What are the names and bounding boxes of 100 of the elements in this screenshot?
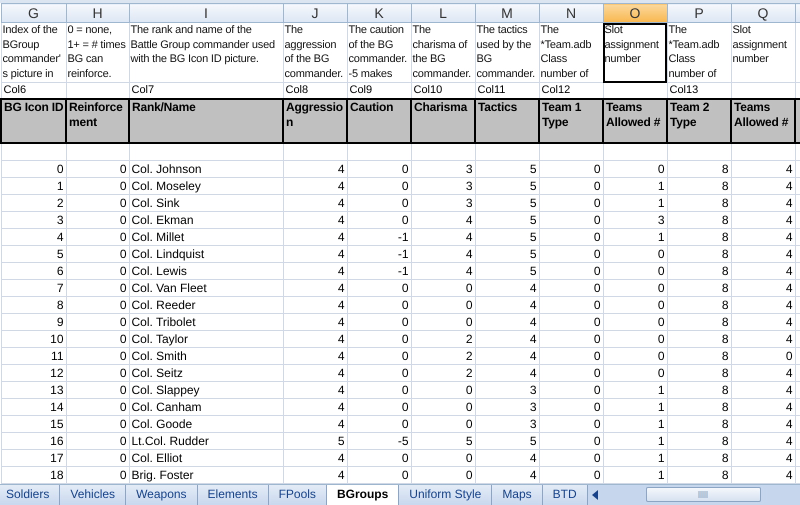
table-cell: 0 <box>594 366 600 380</box>
column-letter[interactable]: L <box>411 4 475 22</box>
table-cell: 3 <box>530 400 536 414</box>
table-cell: 5 <box>56 246 64 261</box>
column-letter[interactable]: I <box>129 4 283 22</box>
table-cell: 4 <box>530 280 536 295</box>
table-cell: 3 <box>530 416 536 431</box>
table-cell: 0 <box>594 468 600 482</box>
table-cell: Col. Elliot <box>132 450 182 465</box>
sheet-tab[interactable]: Elements <box>198 484 269 504</box>
sheet-tab[interactable]: Uniform Style <box>399 484 492 504</box>
table-cell: 0 <box>402 348 408 363</box>
table-cell: 3 <box>530 382 536 397</box>
table-cell: 4 <box>786 400 792 414</box>
table-cell: 4 <box>338 212 344 227</box>
table-cell: 0 <box>594 348 600 363</box>
column-letter[interactable]: G <box>1 4 66 22</box>
table-cell: 4 <box>338 366 344 380</box>
table-cell: 4 <box>530 348 536 363</box>
table-cell: 4 <box>786 332 792 346</box>
table-cell: -5 <box>398 434 408 448</box>
table-cell: 0 <box>466 450 472 465</box>
column-header-cell: Caution <box>350 101 394 115</box>
table-cell: 0 <box>120 264 126 278</box>
column-letter[interactable]: K <box>347 4 411 22</box>
column-letter[interactable]: H <box>66 4 129 22</box>
table-cell: 0 <box>594 246 600 261</box>
scroll-left-icon[interactable] <box>592 490 598 500</box>
table-cell: 0 <box>594 450 600 465</box>
table-cell: 10 <box>50 332 64 346</box>
table-cell: Col10 <box>414 83 442 98</box>
table-cell: 0 <box>120 434 126 448</box>
table-cell: The *Team.adb Class number of <box>540 24 592 81</box>
table-cell: 0 <box>120 280 126 295</box>
table-cell: 4 <box>466 246 472 261</box>
sheet-tab[interactable]: Weapons <box>126 484 198 504</box>
column-header-cell: Team 2 Type <box>670 101 710 130</box>
table-cell: 8 <box>722 348 728 363</box>
table-cell: 0 <box>56 162 64 176</box>
table-cell: 0 <box>120 416 126 431</box>
table-cell: 4 <box>786 178 792 193</box>
table-cell: 4 <box>338 162 344 176</box>
column-letter[interactable]: O <box>603 4 667 22</box>
sheet-tab[interactable]: Vehicles <box>60 484 126 504</box>
table-cell: 0 <box>120 212 126 227</box>
column-header-cell: Tactics <box>478 101 518 115</box>
table-cell: 4 <box>338 196 344 210</box>
table-cell: Col. Sink <box>132 196 180 210</box>
table-cell: Col. Moseley <box>132 178 201 193</box>
table-cell: 9 <box>56 314 64 329</box>
table-cell: 4 <box>530 450 536 465</box>
table-cell: 6 <box>56 264 64 278</box>
scrollbar-thumb[interactable] <box>646 487 761 502</box>
column-letter[interactable]: P <box>667 4 731 22</box>
table-cell: 0 <box>402 212 408 227</box>
table-cell: 0 <box>594 280 600 295</box>
table-cell: 4 <box>786 230 792 244</box>
sheet-tab[interactable]: BGroups <box>326 484 400 504</box>
table-cell: 8 <box>722 366 728 380</box>
table-cell: 0 <box>402 280 408 295</box>
table-cell: 0 <box>402 196 408 210</box>
table-cell: 4 <box>530 366 536 380</box>
table-cell: 1 <box>658 382 664 397</box>
table-cell: 4 <box>786 434 792 448</box>
table-cell: 4 <box>338 332 344 346</box>
sheet-tab[interactable]: BTD <box>542 484 588 504</box>
table-cell: 5 <box>530 212 536 227</box>
table-cell: 0 <box>120 178 126 193</box>
table-cell: 1 <box>658 416 664 431</box>
table-cell: 4 <box>338 416 344 431</box>
sheet-tab[interactable]: Soldiers <box>0 484 60 504</box>
table-cell: 5 <box>530 434 536 448</box>
column-letter[interactable]: M <box>475 4 539 22</box>
table-cell: 0 <box>466 280 472 295</box>
table-cell: 0 <box>466 314 472 329</box>
column-letter[interactable]: Q <box>731 4 795 22</box>
column-letter[interactable]: J <box>283 4 347 22</box>
table-cell: -1 <box>398 246 408 261</box>
column-header-cell: Charisma <box>414 101 468 115</box>
sheet-tab[interactable]: FPools <box>268 484 327 504</box>
table-cell: 5 <box>530 230 536 244</box>
table-cell: 5 <box>466 434 472 448</box>
table-cell: 1 <box>658 450 664 465</box>
table-cell: 8 <box>722 178 728 193</box>
table-cell: 0 <box>594 400 600 414</box>
column-header-cell: BG Icon ID <box>4 101 64 115</box>
table-cell: Col. Lindquist <box>132 246 204 261</box>
table-cell: 2 <box>56 196 64 210</box>
table-cell: 0 <box>402 162 408 176</box>
table-cell: Col. Reeder <box>132 298 196 312</box>
table-cell: 4 <box>786 314 792 329</box>
table-cell: 0 <box>594 230 600 244</box>
table-cell: 0 <box>402 450 408 465</box>
table-cell: 8 <box>722 314 728 329</box>
table-cell: 0 <box>120 162 126 176</box>
sheet-tab[interactable]: Maps <box>492 484 543 504</box>
table-cell: 4 <box>338 314 344 329</box>
table-cell: 0 <box>466 416 472 431</box>
table-cell: 5 <box>530 264 536 278</box>
column-letter[interactable]: N <box>539 4 603 22</box>
